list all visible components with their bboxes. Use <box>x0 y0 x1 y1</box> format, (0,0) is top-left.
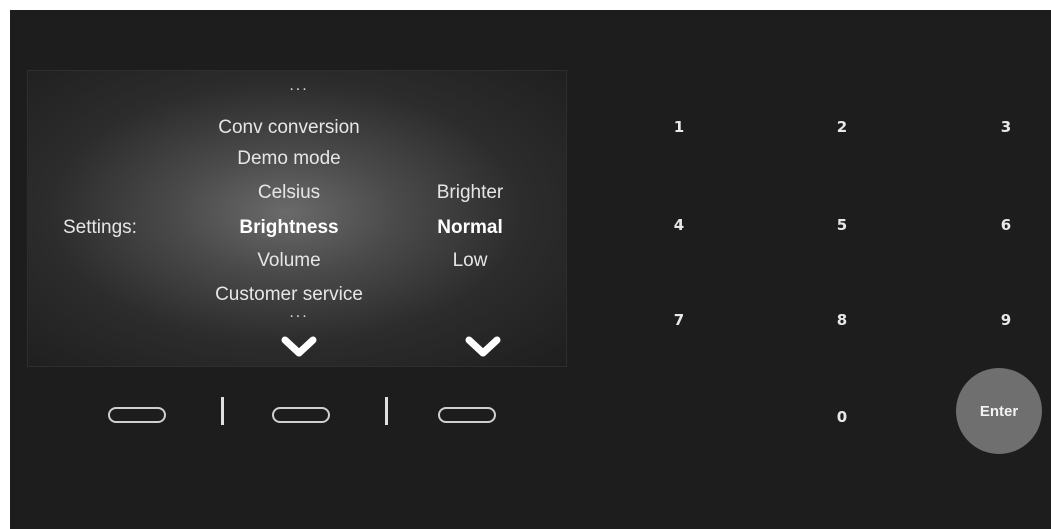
key-5[interactable]: 5 <box>829 212 855 238</box>
more-items-below-indicator: ... <box>289 304 309 321</box>
softkey-middle[interactable] <box>272 407 330 423</box>
softkey-right[interactable] <box>438 407 496 423</box>
key-6[interactable]: 6 <box>993 212 1019 238</box>
chevron-down-icon[interactable] <box>464 336 502 358</box>
key-4[interactable]: 4 <box>666 212 692 238</box>
menu-item-customer-service[interactable]: Customer service <box>215 284 363 306</box>
menu-item-conv-conversion[interactable]: Conv conversion <box>218 117 360 139</box>
more-items-above-indicator: ... <box>289 77 309 94</box>
chevron-down-icon[interactable] <box>280 336 318 358</box>
key-3[interactable]: 3 <box>993 114 1019 140</box>
menu-item-brightness-selected[interactable]: Brightness <box>239 217 338 239</box>
key-7[interactable]: 7 <box>666 307 692 333</box>
menu-item-volume[interactable]: Volume <box>257 250 320 272</box>
key-8[interactable]: 8 <box>829 307 855 333</box>
divider <box>221 397 224 425</box>
menu-item-demo-mode[interactable]: Demo mode <box>237 148 341 170</box>
option-normal-selected[interactable]: Normal <box>437 217 502 239</box>
key-9[interactable]: 9 <box>993 307 1019 333</box>
display-screen: ... Conv conversion Demo mode Celsius Br… <box>27 70 567 367</box>
softkey-left[interactable] <box>108 407 166 423</box>
option-brighter[interactable]: Brighter <box>437 182 504 204</box>
enter-button-label: Enter <box>979 402 1019 420</box>
menu-item-celsius[interactable]: Celsius <box>258 182 320 204</box>
key-2[interactable]: 2 <box>829 114 855 140</box>
option-low[interactable]: Low <box>453 250 488 272</box>
enter-button[interactable]: Enter <box>956 368 1042 454</box>
settings-label: Settings: <box>63 217 137 238</box>
divider <box>385 397 388 425</box>
key-0[interactable]: 0 <box>829 404 855 430</box>
key-1[interactable]: 1 <box>666 114 692 140</box>
